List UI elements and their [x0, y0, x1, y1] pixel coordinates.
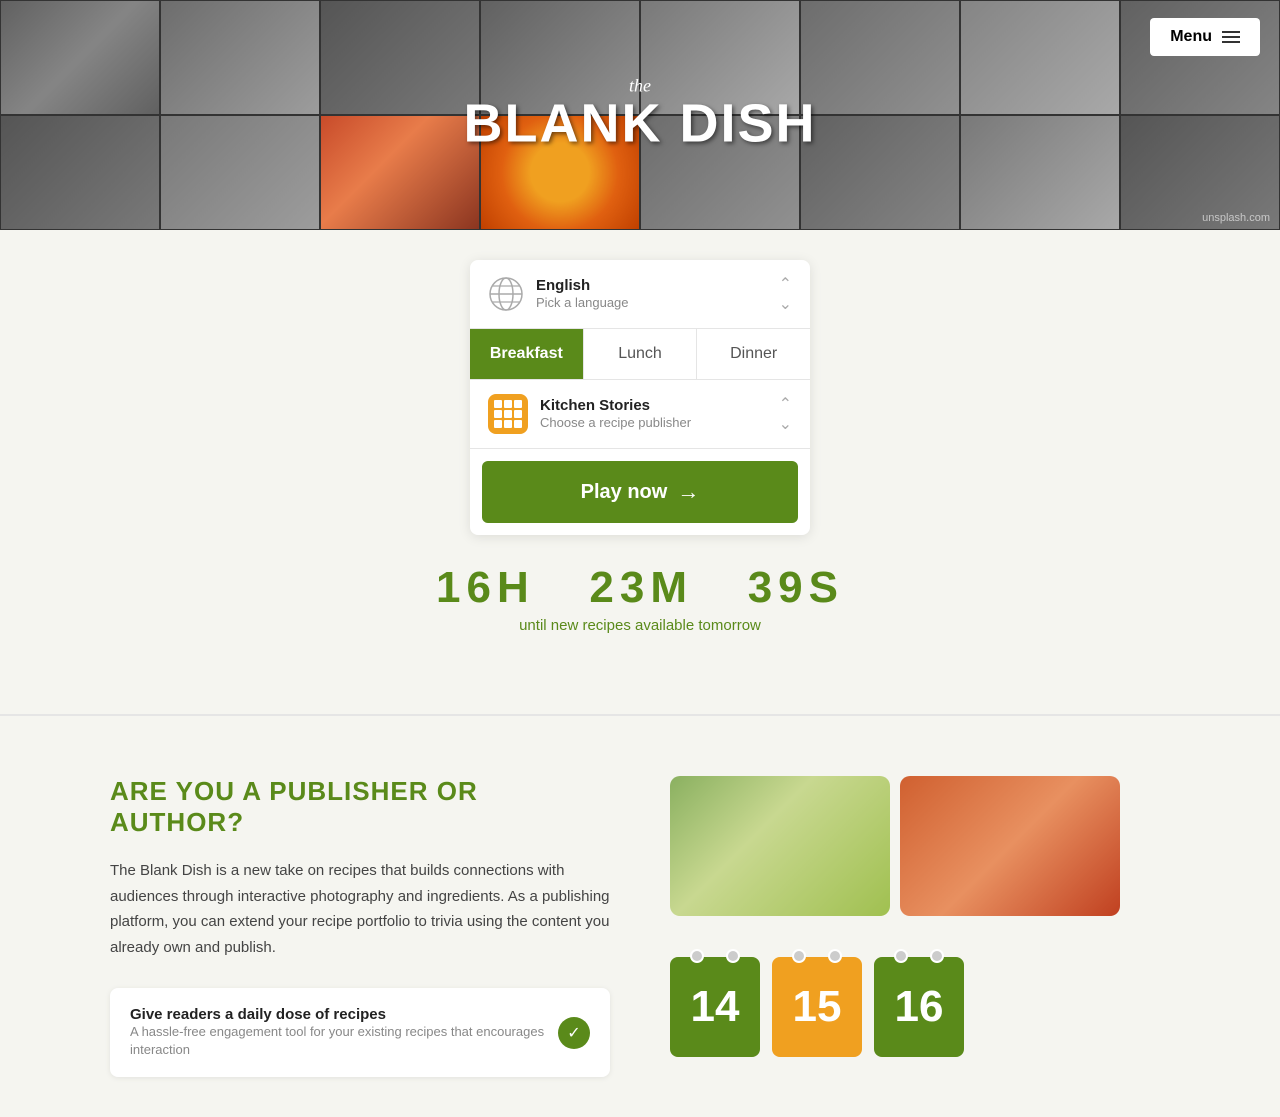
cal-pin-left-2: [792, 949, 806, 963]
play-now-button[interactable]: Play now →: [482, 461, 798, 523]
hero-cell: [0, 115, 160, 230]
language-placeholder: Pick a language: [536, 295, 629, 310]
hero-cell: [960, 115, 1120, 230]
cal-pin-right-3: [930, 949, 944, 963]
publisher-text: Kitchen Stories Choose a recipe publishe…: [540, 397, 779, 432]
cal-tile-16: 16: [874, 957, 964, 1057]
publisher-chevron-icon: ⌃⌄: [779, 394, 792, 434]
publisher-body: The Blank Dish is a new take on recipes …: [110, 858, 610, 960]
hero-section: the BLANK DISH Menu unsplash.com: [0, 0, 1280, 230]
food-photo-2: [900, 776, 1120, 916]
arrow-right-icon: →: [677, 479, 699, 505]
lower-section: ARE YOU A PUBLISHER OR AUTHOR? The Blank…: [90, 716, 1190, 1117]
publisher-placeholder: Choose a recipe publisher: [540, 415, 691, 430]
logo-main: BLANK DISH: [464, 94, 817, 154]
cal-pin-left-3: [894, 949, 908, 963]
feature-card: Give readers a daily dose of recipes A h…: [110, 988, 610, 1077]
cal-pin-right-2: [828, 949, 842, 963]
right-column: 14 15 16: [670, 776, 1170, 1077]
timer-display: 16H 23M 39S: [436, 563, 844, 613]
cal-tile-15: 15: [772, 957, 862, 1057]
hero-cell: [800, 115, 960, 230]
hero-cell: [160, 0, 320, 115]
menu-label: Menu: [1170, 28, 1212, 46]
waffle-icon: [494, 400, 522, 428]
logo: the BLANK DISH: [464, 76, 817, 155]
cal-tile-14: 14: [670, 957, 760, 1057]
unsplash-credit: unsplash.com: [1202, 212, 1270, 224]
cal-num-15: 15: [793, 985, 842, 1029]
tab-lunch[interactable]: Lunch: [584, 329, 698, 379]
menu-button[interactable]: Menu: [1150, 18, 1260, 56]
main-content: English Pick a language ⌃⌄ Breakfast Lun…: [0, 230, 1280, 674]
hero-cell: [800, 0, 960, 115]
timer-seconds: 39S: [748, 563, 844, 612]
tab-breakfast[interactable]: Breakfast: [470, 329, 584, 379]
play-now-label: Play now: [581, 481, 668, 504]
language-selector[interactable]: English Pick a language ⌃⌄: [470, 260, 810, 329]
cal-pin-right: [726, 949, 740, 963]
widget-card: English Pick a language ⌃⌄ Breakfast Lun…: [470, 260, 810, 535]
hero-cell: [0, 0, 160, 115]
timer-hours: 16H: [436, 563, 535, 612]
publisher-name: Kitchen Stories: [540, 397, 779, 414]
hero-cell: [320, 0, 480, 115]
hero-cell: [320, 115, 480, 230]
publisher-heading: ARE YOU A PUBLISHER OR AUTHOR?: [110, 776, 610, 838]
check-circle-icon: ✓: [558, 1017, 590, 1049]
left-column: ARE YOU A PUBLISHER OR AUTHOR? The Blank…: [110, 776, 610, 1077]
meal-tabs: Breakfast Lunch Dinner: [470, 329, 810, 380]
publisher-icon: [488, 394, 528, 434]
hero-cell: [960, 0, 1120, 115]
cal-num-14: 14: [691, 985, 740, 1029]
language-text: English Pick a language: [536, 277, 779, 312]
language-name: English: [536, 277, 779, 294]
cal-pin-left: [690, 949, 704, 963]
feature-title: Give readers a daily dose of recipes: [130, 1006, 558, 1023]
globe-icon: [488, 276, 524, 312]
tab-dinner[interactable]: Dinner: [697, 329, 810, 379]
food-photo-1: [670, 776, 890, 916]
calendar-tiles: 14 15 16: [670, 957, 964, 1057]
feature-card-text: Give readers a daily dose of recipes A h…: [130, 1006, 558, 1059]
hero-cell: [160, 115, 320, 230]
timer-label: until new recipes available tomorrow: [436, 617, 844, 634]
feature-desc: A hassle-free engagement tool for your e…: [130, 1024, 544, 1057]
timer-section: 16H 23M 39S until new recipes available …: [436, 563, 844, 634]
chevron-updown-icon: ⌃⌄: [779, 274, 792, 314]
timer-minutes: 23M: [589, 563, 693, 612]
cal-num-16: 16: [895, 985, 944, 1029]
menu-icon: [1222, 31, 1240, 43]
publisher-selector[interactable]: Kitchen Stories Choose a recipe publishe…: [470, 380, 810, 449]
